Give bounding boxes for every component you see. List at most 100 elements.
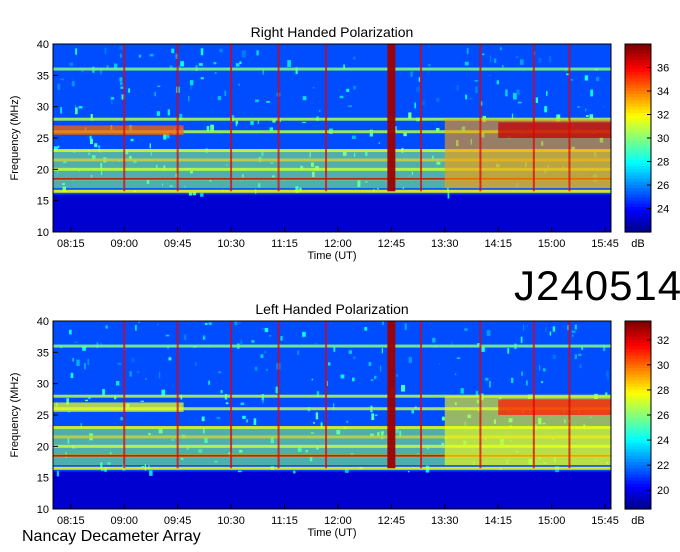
noise-cell: [251, 340, 255, 343]
x-tick-label: 13:30: [431, 515, 459, 527]
noise-cell: [138, 321, 140, 324]
noise-cell: [254, 366, 258, 371]
noise-cell: [260, 327, 265, 330]
noise-cell: [111, 100, 113, 104]
noise-cell: [225, 402, 229, 405]
x-tick-label: 10:30: [217, 238, 245, 250]
noise-cell: [353, 85, 356, 90]
noise-cell: [538, 57, 542, 64]
y-tick-label: 40: [37, 39, 49, 51]
noise-cell: [130, 138, 134, 142]
noise-cell: [572, 334, 574, 337]
noise-cell: [516, 89, 520, 95]
noise-cell: [60, 107, 62, 114]
noise-cell: [403, 132, 407, 137]
noise-cell: [466, 47, 469, 55]
noise-cell: [571, 330, 576, 333]
x-tick-label: 13:30: [431, 238, 459, 250]
colorbar: 20 22 24 26 28 30 32 dB: [624, 320, 669, 527]
noise-cell: [579, 364, 582, 369]
vertical-burst: [176, 321, 179, 469]
noise-cell: [136, 371, 140, 373]
noise-cell: [78, 106, 83, 109]
noise-cell: [57, 83, 61, 90]
noise-cell: [87, 358, 90, 365]
noise-cell: [460, 388, 464, 394]
noise-cell: [75, 48, 78, 55]
noise-cell: [374, 375, 377, 380]
y-tick-label: 20: [37, 164, 49, 176]
noise-cell: [312, 87, 315, 89]
noise-cell: [606, 370, 609, 377]
noise-cell: [238, 321, 241, 325]
noise-cell: [410, 71, 413, 77]
noise-cell: [203, 337, 205, 339]
noise-cell: [242, 415, 246, 419]
noise-cell: [546, 91, 548, 96]
x-tick-label: 14:15: [484, 515, 512, 527]
noise-cell: [353, 356, 356, 360]
noise-cell: [217, 96, 222, 101]
noise-cell: [432, 337, 436, 343]
noise-cell: [208, 380, 210, 385]
noise-cell: [411, 409, 414, 414]
noise-cell: [263, 351, 267, 354]
noise-cell: [219, 48, 223, 53]
horizontal-band: [53, 67, 611, 71]
noise-cell: [269, 334, 272, 337]
colorbar-tick-label: 32: [657, 335, 669, 347]
panel-title: Right Handed Polarization: [251, 24, 414, 40]
colorbar-tick-label: 32: [657, 110, 669, 122]
noise-cell: [266, 369, 268, 371]
observation-id: J240514: [514, 262, 680, 309]
noise-cell: [416, 86, 420, 93]
noise-cell: [159, 371, 161, 379]
y-axis-label: Frequency (MHz): [9, 96, 21, 181]
noise-cell: [198, 63, 203, 66]
noise-cell: [351, 135, 356, 140]
noise-cell: [552, 326, 556, 332]
afternoon-strong-band: [498, 399, 611, 415]
noise-cell: [584, 75, 589, 81]
noise-cell: [204, 322, 208, 326]
x-tick-label: 12:45: [378, 515, 406, 527]
y-tick-label: 30: [37, 379, 49, 391]
noise-cell: [414, 102, 416, 109]
noise-cell: [456, 357, 461, 359]
y-axis-label: Frequency (MHz): [9, 373, 21, 458]
colorbar-tick-label: 26: [657, 410, 669, 422]
colorbar-tick-label: 30: [657, 360, 669, 372]
colorbar-tick-label: 22: [657, 460, 669, 472]
noise-cell: [319, 110, 321, 112]
x-tick-label: 12:45: [378, 238, 406, 250]
noise-cell: [570, 79, 573, 81]
y-tick-label: 35: [37, 70, 49, 82]
noise-cell: [352, 377, 355, 382]
y-tick-label: 25: [37, 410, 49, 422]
colorbar: 24 26 28 30 32 34 36 dB: [624, 43, 669, 250]
noise-cell: [189, 80, 194, 86]
noise-cell: [328, 362, 331, 366]
colorbar-tick-label: 30: [657, 133, 669, 145]
noise-cell: [71, 77, 74, 80]
noise-cell: [119, 77, 123, 82]
noise-cell: [71, 81, 75, 87]
x-tick-label: 09:45: [164, 515, 192, 527]
vertical-burst: [479, 44, 482, 192]
noise-cell: [441, 416, 445, 421]
noise-cell: [84, 362, 86, 370]
noise-cell: [119, 45, 124, 50]
noise-cell: [507, 348, 510, 354]
x-tick-label: 09:45: [164, 238, 192, 250]
noise-cell: [208, 322, 212, 325]
vertical-burst: [123, 44, 126, 192]
noise-cell: [464, 328, 468, 331]
noise-cell: [578, 353, 582, 356]
noise-cell: [535, 97, 539, 104]
noise-cell: [235, 122, 238, 127]
noise-cell: [76, 359, 80, 367]
noise-cell: [526, 380, 528, 386]
noise-cell: [302, 331, 306, 337]
noise-cell: [70, 372, 74, 379]
noise-cell: [465, 94, 468, 100]
